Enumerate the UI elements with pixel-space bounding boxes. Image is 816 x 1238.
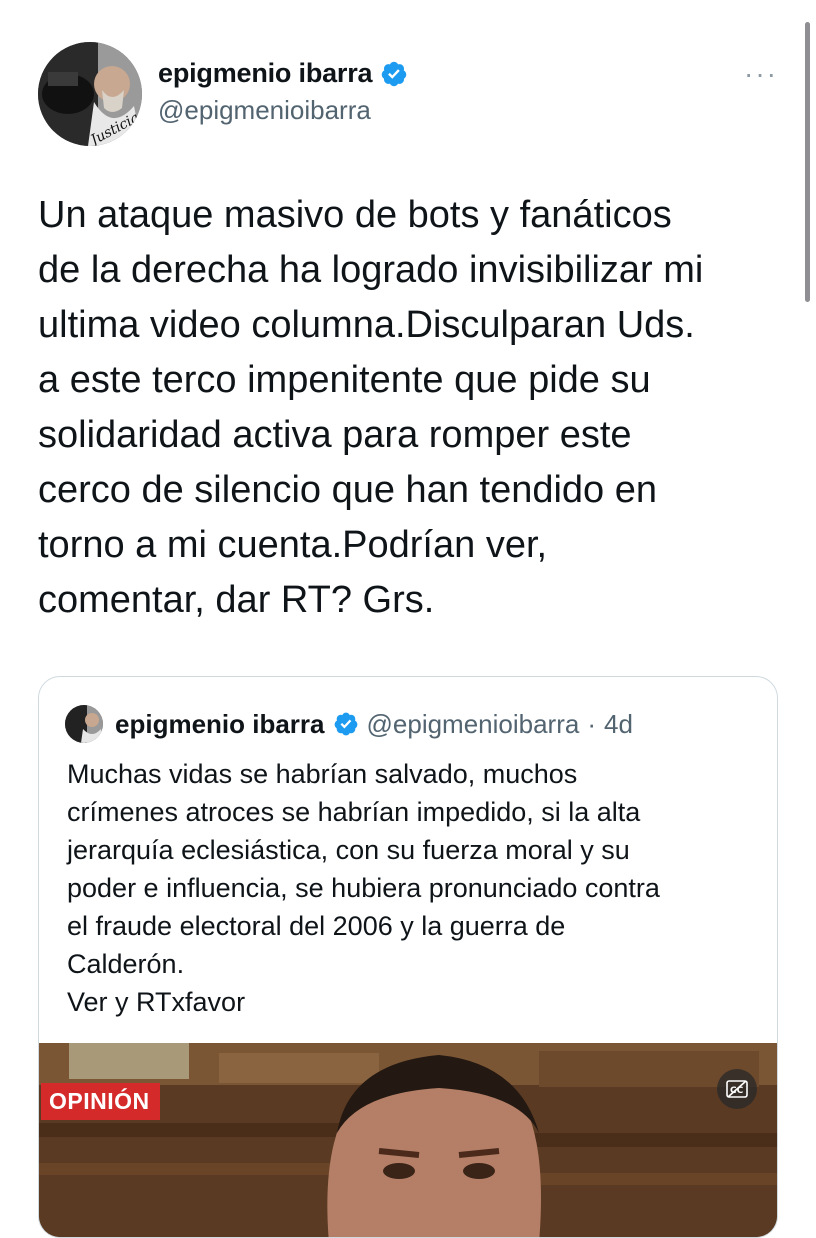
separator-dot: · — [587, 708, 597, 739]
tweet-header: Justicia epigmenio ibarra @epigmenioibar… — [38, 42, 778, 150]
author-display-name[interactable]: epigmenio ibarra — [158, 58, 373, 89]
quoted-tweet-header: epigmenio ibarra @epigmenioibarra · 4d — [65, 705, 633, 743]
closed-captions-icon[interactable]: CC — [717, 1069, 757, 1109]
quoted-handle[interactable]: @epigmenioibarra — [367, 709, 580, 740]
quoted-display-name[interactable]: epigmenio ibarra — [115, 709, 325, 740]
tweet-text: Un ataque masivo de bots y fanáticos de … — [38, 194, 704, 621]
quoted-tweet-text: Muchas vidas se habrían salvado, muchos … — [67, 759, 660, 1017]
more-options-icon[interactable]: ··· — [744, 60, 778, 88]
quoted-avatar — [65, 705, 103, 743]
video-thumbnail — [39, 1043, 777, 1237]
verified-badge-icon — [382, 61, 407, 86]
quoted-avatar-image — [65, 705, 103, 743]
svg-text:CC: CC — [730, 1086, 744, 1096]
author-handle[interactable]: @epigmenioibarra — [158, 95, 408, 126]
verified-badge-icon — [334, 712, 357, 736]
avatar-image: Justicia — [38, 42, 142, 146]
author-block: epigmenio ibarra @epigmenioibarra — [158, 58, 408, 126]
scrollbar[interactable] — [805, 22, 810, 302]
quoted-tweet-card[interactable]: epigmenio ibarra @epigmenioibarra · 4d M… — [38, 676, 778, 1238]
avatar[interactable]: Justicia — [38, 42, 142, 146]
quoted-video-media[interactable]: OPINIÓN CC — [39, 1043, 777, 1237]
opinion-badge: OPINIÓN — [41, 1083, 160, 1120]
quoted-timestamp[interactable]: 4d — [604, 709, 633, 740]
